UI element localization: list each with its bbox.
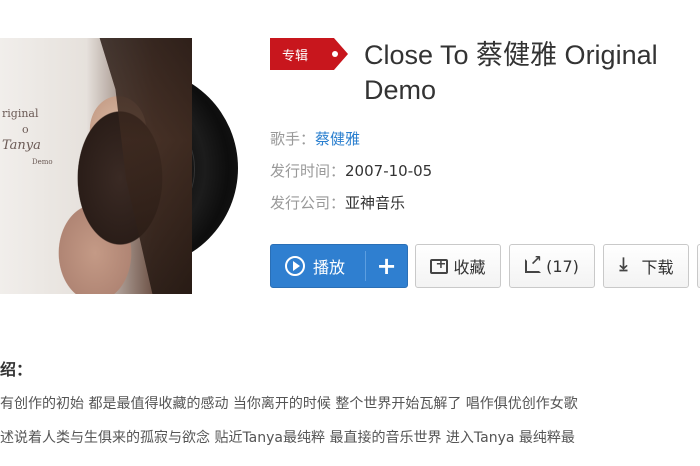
download-label: 下载 (641, 258, 674, 277)
download-button[interactable]: 下载 (603, 244, 689, 288)
release-label: 发行时间： (270, 162, 346, 180)
share-count: (17) (546, 256, 579, 276)
collect-icon (430, 257, 449, 274)
intro-line-1: 有创作的初始 都是最值得收藏的感动 当你离开的时候 整个世界开始瓦解了 唱作俱优… (0, 396, 578, 412)
download-icon (618, 254, 636, 275)
share-button[interactable]: (17) (509, 244, 595, 288)
release-date: 2007-10-05 (345, 162, 433, 180)
artist-row: 歌手：蔡健雅 (270, 128, 360, 149)
album-cover-area: riginal o Tanya Demo (0, 38, 240, 294)
release-row: 发行时间：2007-10-05 (270, 160, 432, 181)
collect-label: 收藏 (453, 258, 486, 277)
intro-line-2: 述说着人类与生俱来的孤寂与欲念 贴近Tanya最纯粹 最直接的音乐世界 进入Ta… (0, 430, 575, 446)
company-value: 亚神音乐 (345, 194, 406, 212)
album-title: Close To 蔡健雅 Original Demo (364, 40, 658, 105)
intro-heading: 绍： (0, 360, 33, 379)
play-button[interactable]: 播放 (271, 245, 365, 287)
company-label: 发行公司： (270, 194, 346, 212)
collect-button[interactable]: 收藏 (415, 244, 501, 288)
play-label: 播放 (313, 258, 346, 277)
cover-text-line1: riginal (2, 107, 39, 120)
artist-link[interactable]: 蔡健雅 (315, 130, 360, 148)
cover-text-small: Demo (32, 158, 53, 166)
company-row: 发行公司：亚神音乐 (270, 192, 405, 213)
play-icon (285, 256, 305, 276)
add-to-playlist-button[interactable]: + (366, 245, 407, 287)
cover-signature: Tanya (2, 138, 41, 153)
play-button-group: 播放 + (270, 244, 408, 288)
cover-text-line2: o (22, 123, 29, 136)
album-cover-image[interactable]: riginal o Tanya Demo (0, 38, 192, 294)
cover-text: riginal o Tanya Demo (2, 106, 53, 170)
album-tag-badge: 专辑 (270, 38, 348, 70)
share-icon (525, 253, 542, 273)
album-tag-label: 专辑 (282, 48, 309, 64)
artist-label: 歌手： (270, 130, 316, 148)
